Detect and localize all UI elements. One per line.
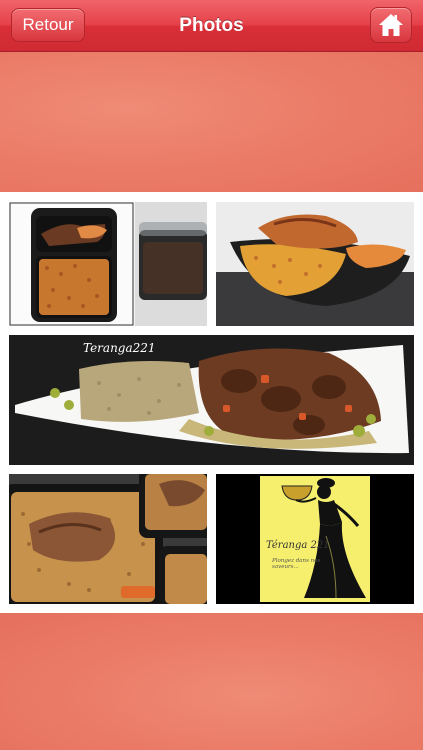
photo-meal-trays-rice-chicken[interactable] [9,474,207,604]
logo-text: Téranga 221 [266,540,330,551]
photo-couscous-meat-plate[interactable]: Teranga221 [9,335,414,465]
photo-caption: Teranga221 [83,341,156,355]
header-background-band [0,52,423,192]
back-button-label: Retour [22,15,74,34]
photo-meal-tray-rice-fish[interactable] [9,202,207,326]
home-button[interactable] [370,7,412,43]
photo-teranga221-logo[interactable]: Téranga 221 Plongez dans nos saveurs... [216,474,414,604]
photo-plated-rice-fish[interactable] [216,202,414,326]
footer-background-band [0,613,423,750]
navigation-bar: Retour Photos [0,0,423,52]
logo-tagline: Plongez dans nos saveurs... [272,558,321,570]
back-button[interactable]: Retour [11,8,85,42]
home-icon [379,14,403,36]
photo-gallery: Teranga221 Téranga 221 Plongez dans nos … [0,192,423,613]
